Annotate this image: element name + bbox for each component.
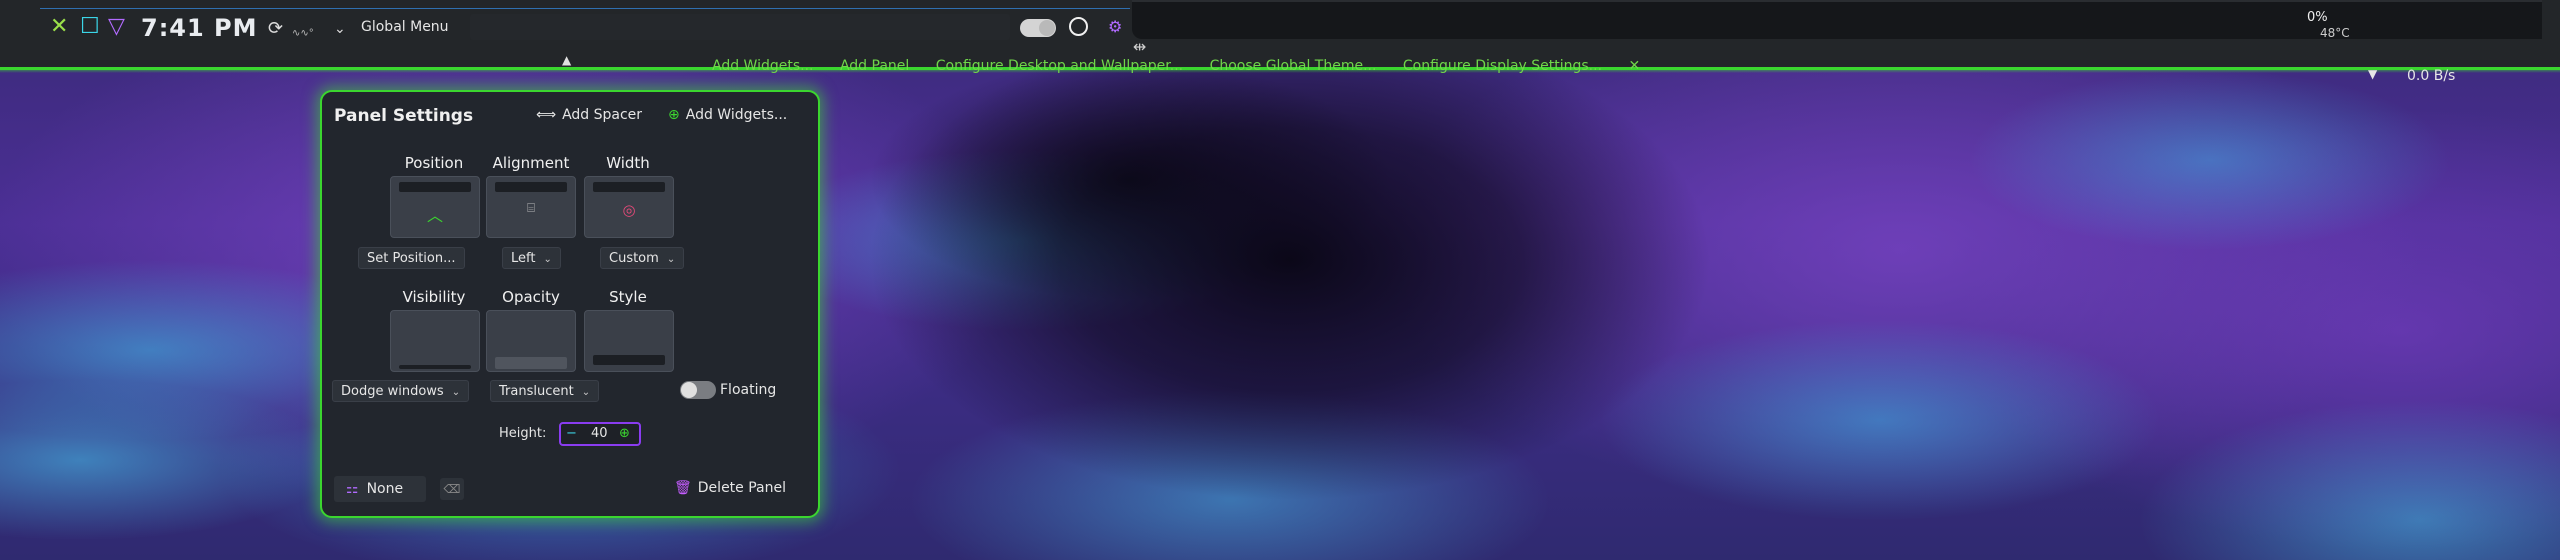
trash-icon: 🗑 — [674, 480, 692, 496]
delete-panel-label: Delete Panel — [697, 480, 786, 496]
height-label: Height: — [499, 426, 547, 441]
cpu-temperature: 48°C — [2320, 26, 2350, 40]
network-icon: ▼ — [2368, 67, 2378, 81]
width-label: Width — [606, 154, 650, 172]
preview-bar — [495, 182, 567, 192]
panel-settings-dialog: Panel Settings ⟺ Add Spacer ⊕ Add Widgets.… — [320, 90, 820, 518]
plus-icon[interactable]: ⊕ — [619, 424, 630, 444]
refresh-icon[interactable]: ⟳ — [268, 17, 283, 41]
chevron-down-icon: ⌄ — [581, 387, 591, 398]
panel-accent-line — [40, 8, 1130, 9]
width-preview[interactable]: ◎ — [584, 176, 674, 238]
preview-bar — [593, 355, 665, 365]
visibility-select-value: Dodge windows — [341, 384, 444, 399]
width-select-value: Custom — [609, 251, 659, 266]
height-value[interactable]: 40 — [591, 424, 608, 444]
opacity-select[interactable]: Translucent ⌄ — [490, 380, 600, 402]
alignment-select[interactable]: Left ⌄ — [502, 247, 561, 269]
none-button-label: None — [366, 481, 404, 497]
edit-mode-toolbar: Add Widgets... Add Panel Configure Deskt… — [712, 58, 1812, 80]
close-edit-mode-icon[interactable]: ✕ — [1629, 58, 1641, 74]
custom-width-icon: ◎ — [622, 201, 636, 219]
add-spacer-label: Add Spacer — [562, 107, 643, 123]
weather-icon: ∿∿° — [292, 28, 314, 39]
delete-panel-button[interactable]: 🗑 Delete Panel — [674, 480, 786, 496]
minimize-icon[interactable]: ▽ — [108, 15, 125, 39]
opacity-preview[interactable] — [486, 310, 576, 372]
alignment-select-value: Left — [511, 251, 536, 266]
settings-icon[interactable]: ⚙ — [1108, 17, 1122, 36]
shortcut-icon: ⚏ — [346, 481, 359, 497]
close-icon[interactable]: ✕ — [50, 15, 68, 39]
preview-bar — [399, 365, 471, 369]
add-icon: ⊕ — [668, 107, 680, 123]
global-menu-label[interactable]: Global Menu — [361, 19, 449, 35]
style-preview[interactable] — [584, 310, 674, 372]
height-spinbox[interactable]: − 40 ⊕ — [559, 422, 641, 446]
global-theme-toolbar-button[interactable]: Choose Global Theme... — [1210, 58, 1377, 74]
visibility-preview[interactable] — [390, 310, 480, 372]
width-select[interactable]: Custom ⌄ — [600, 247, 685, 269]
add-widgets-toolbar-button[interactable]: Add Widgets... — [712, 58, 814, 74]
global-menu-area[interactable] — [470, 14, 1010, 40]
display-settings-toolbar-button[interactable]: Configure Display Settings... — [1403, 58, 1602, 74]
none-button[interactable]: ⚏ None — [334, 476, 426, 502]
configure-desktop-toolbar-button[interactable]: Configure Desktop and Wallpaper... — [936, 58, 1183, 74]
battery-percent[interactable]: 0% — [2307, 10, 2328, 25]
chevron-down-icon[interactable]: ⌄ — [334, 17, 346, 41]
position-preview[interactable]: ︿ — [390, 176, 480, 238]
clear-shortcut-button[interactable]: ⌫ — [440, 478, 464, 500]
add-widgets-button[interactable]: ⊕ Add Widgets... — [668, 107, 787, 123]
chevron-down-icon: ⌄ — [666, 254, 676, 265]
floating-toggle[interactable] — [680, 381, 716, 399]
floating-label: Floating — [720, 382, 777, 398]
align-left-icon: ⌸ — [527, 201, 535, 216]
style-label: Style — [609, 288, 647, 306]
visibility-select[interactable]: Dodge windows ⌄ — [332, 380, 470, 402]
add-spacer-button[interactable]: ⟺ Add Spacer — [536, 107, 642, 123]
alignment-preview[interactable]: ⌸ — [486, 176, 576, 238]
ring-icon[interactable] — [1069, 17, 1088, 36]
preview-bar — [495, 357, 567, 369]
preview-bar — [399, 182, 471, 192]
add-panel-toolbar-button[interactable]: Add Panel — [840, 58, 909, 74]
position-select[interactable]: Set Position... — [358, 247, 465, 269]
chevron-up-icon: ︿ — [426, 206, 443, 225]
add-widgets-label: Add Widgets... — [685, 107, 788, 123]
dialog-title: Panel Settings — [334, 106, 474, 126]
maximize-icon[interactable]: ☐ — [80, 15, 100, 39]
spacer-icon: ⟺ — [536, 107, 557, 123]
caret-up-icon: ▲ — [562, 53, 572, 67]
position-select-value: Set Position... — [367, 251, 456, 266]
opacity-select-value: Translucent — [499, 384, 574, 399]
toggle-switch[interactable] — [1020, 19, 1056, 37]
minus-icon[interactable]: − — [566, 424, 577, 444]
chevron-down-icon: ⌄ — [543, 254, 552, 265]
preview-bar — [593, 182, 665, 192]
panel-resize-icon[interactable]: ⇹ — [1133, 37, 1146, 56]
chevron-down-icon: ⌄ — [451, 387, 461, 398]
network-speed: 0.0 B/s — [2407, 68, 2456, 84]
clock[interactable]: 7:41 PM — [141, 14, 258, 42]
